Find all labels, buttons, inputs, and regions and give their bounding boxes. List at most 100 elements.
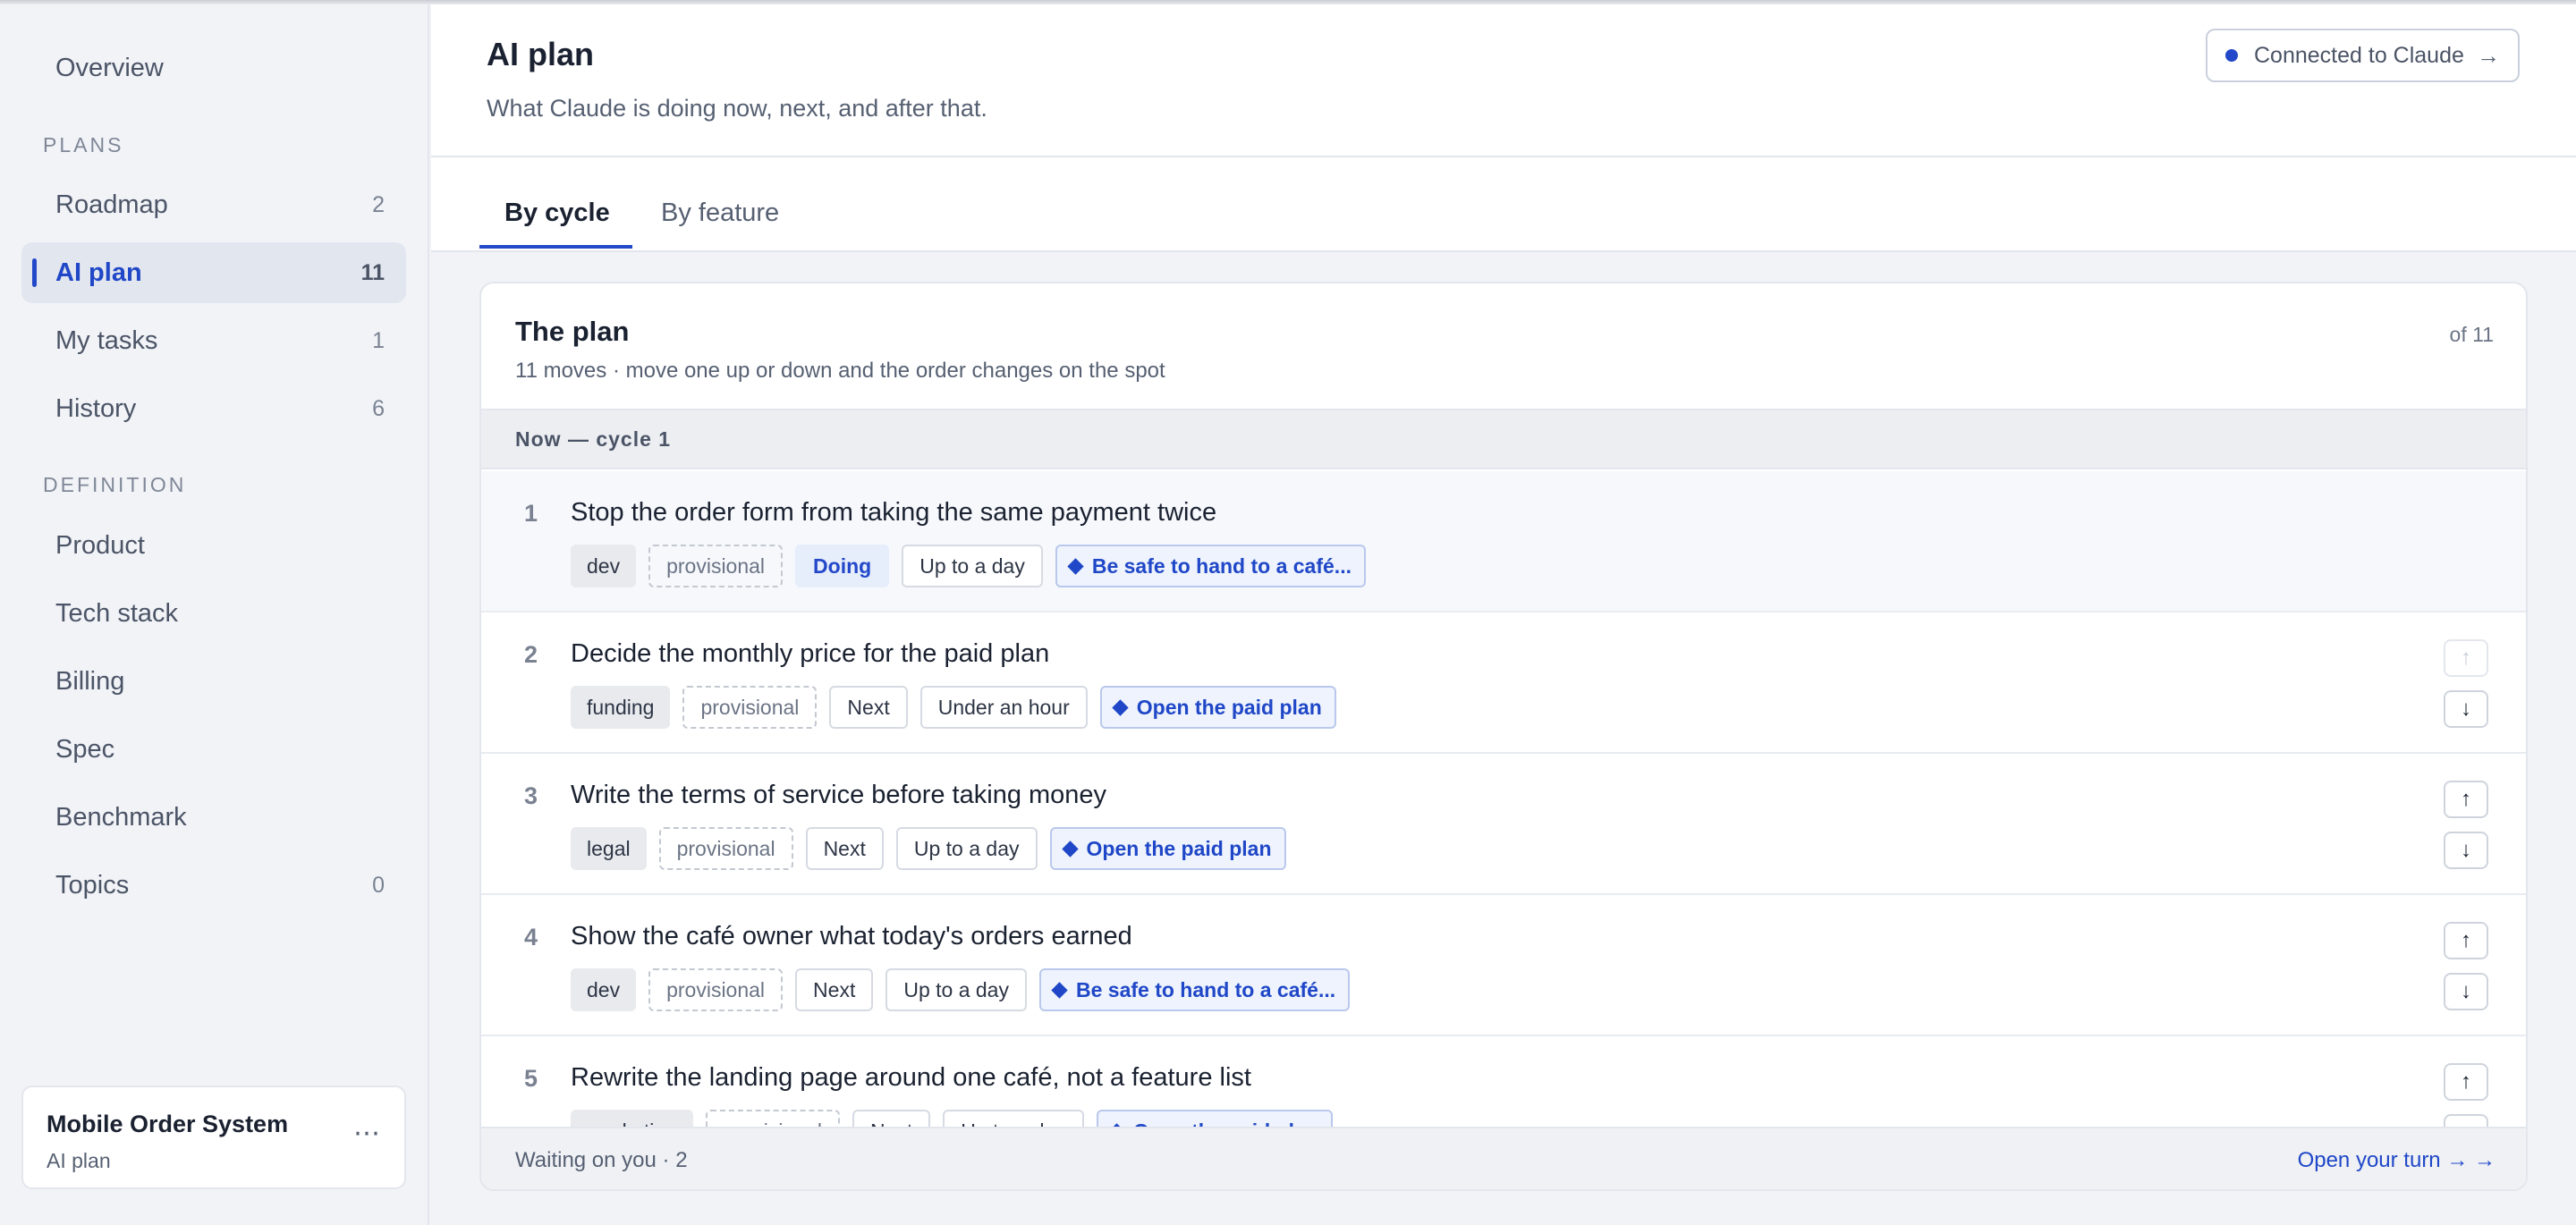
row-chips: dev provisional Next Up to a day Be safe… xyxy=(571,968,1351,1011)
status-dot-icon xyxy=(2225,49,2238,62)
sidebar-item-label: My tasks xyxy=(55,325,158,355)
plan-row[interactable]: 4 Show the café owner what today's order… xyxy=(481,895,2526,1036)
sidebar-item-label: AI plan xyxy=(55,258,142,287)
row-title: Write the terms of service before taking… xyxy=(571,781,1107,809)
plan-count: of 11 xyxy=(2449,323,2494,346)
goal-label: Be safe to hand to a café... xyxy=(1075,977,1336,1001)
waiting-count: Waiting on you · 2 xyxy=(515,1148,688,1172)
row-title: Show the café owner what today's orders … xyxy=(571,922,1132,950)
page-subtitle: What Claude is doing now, next, and afte… xyxy=(487,95,987,122)
project-name: Mobile Order System xyxy=(47,1111,289,1137)
sidebar-item-label: Product xyxy=(55,530,145,560)
diamond-icon xyxy=(1112,698,1129,716)
project-switcher[interactable]: Mobile Order System AI plan ⋯ xyxy=(21,1086,406,1189)
active-tab-indicator xyxy=(479,245,632,249)
sidebar-item-label: Billing xyxy=(55,666,125,696)
cycle-header: Now — cycle 1 xyxy=(481,409,2526,469)
area-tag: funding xyxy=(571,686,671,729)
page-title: AI plan xyxy=(487,36,595,72)
move-up-button[interactable]: ↑ xyxy=(2444,1063,2488,1101)
sidebar-item-label: Topics xyxy=(55,870,130,900)
plan-footer: Waiting on you · 2 Open your turn → → xyxy=(481,1127,2526,1189)
sidebar-item-tech-stack[interactable]: Tech stack xyxy=(21,583,406,644)
row-number: 5 xyxy=(524,1065,538,1092)
plan-title: The plan xyxy=(515,316,630,347)
sidebar-item-count: 1 xyxy=(372,327,385,353)
move-up-button[interactable]: ↑ xyxy=(2444,781,2488,818)
connected-to-claude-button[interactable]: Connected to Claude → xyxy=(2206,29,2520,82)
status-badge: Next xyxy=(805,827,884,870)
move-down-button[interactable]: ↓ xyxy=(2444,973,2488,1010)
diamond-icon xyxy=(1051,981,1068,999)
sidebar-item-label: Overview xyxy=(55,53,164,82)
sidebar: Overview PLANS Roadmap 2 AI plan 11 My t… xyxy=(0,0,429,1225)
goal-label: Be safe to hand to a café... xyxy=(1091,553,1352,578)
row-number: 1 xyxy=(524,500,538,527)
row-title: Decide the monthly price for the paid pl… xyxy=(571,639,1050,668)
more-options-icon[interactable]: ⋯ xyxy=(353,1118,381,1149)
sidebar-item-label: Benchmark xyxy=(55,802,187,832)
arrow-right-icon: → xyxy=(2477,41,2500,69)
open-your-turn-link[interactable]: Open your turn → → xyxy=(2298,1148,2496,1173)
view-tabs: By cycle By feature xyxy=(431,157,2576,252)
move-up-button[interactable]: ↑ xyxy=(2444,922,2488,959)
provisional-badge: provisional xyxy=(648,968,784,1011)
provisional-badge: provisional xyxy=(682,686,818,729)
goal-link[interactable]: Be safe to hand to a café... xyxy=(1038,968,1351,1011)
sidebar-item-label: Spec xyxy=(55,734,115,764)
area-tag: legal xyxy=(571,827,647,870)
sidebar-item-billing[interactable]: Billing xyxy=(21,651,406,712)
section-label-definition: DEFINITION xyxy=(43,473,187,496)
plan-row[interactable]: 2 Decide the monthly price for the paid … xyxy=(481,612,2526,754)
sidebar-item-spec[interactable]: Spec xyxy=(21,719,406,780)
status-badge: Next xyxy=(795,968,874,1011)
sidebar-item-overview[interactable]: Overview xyxy=(21,38,406,98)
row-chips: dev provisional Doing Up to a day Be saf… xyxy=(571,545,1366,587)
sidebar-item-count: 11 xyxy=(360,259,385,285)
area-tag: dev xyxy=(571,545,637,587)
tab-by-cycle[interactable]: By cycle xyxy=(504,199,610,228)
window-top-edge xyxy=(0,0,2576,4)
move-down-button[interactable]: ↓ xyxy=(2444,832,2488,869)
goal-link[interactable]: Open the paid plan xyxy=(1099,686,1336,729)
goal-link[interactable]: Open the paid plan xyxy=(1049,827,1286,870)
status-badge: Doing xyxy=(795,545,890,587)
sidebar-item-count: 2 xyxy=(372,191,385,217)
tab-by-feature[interactable]: By feature xyxy=(661,199,779,228)
goal-link[interactable]: Be safe to hand to a café... xyxy=(1055,545,1366,587)
area-tag: dev xyxy=(571,968,637,1011)
plan-row[interactable]: 3 Write the terms of service before taki… xyxy=(481,754,2526,895)
row-number: 2 xyxy=(524,641,538,668)
sidebar-item-count: 6 xyxy=(372,395,385,421)
row-chips: funding provisional Next Under an hour O… xyxy=(571,686,1336,729)
sidebar-item-roadmap[interactable]: Roadmap 2 xyxy=(21,174,406,235)
sidebar-item-count: 0 xyxy=(372,872,385,898)
sidebar-item-ai-plan[interactable]: AI plan 11 xyxy=(21,242,406,303)
estimate-badge: Up to a day xyxy=(886,968,1027,1011)
provisional-badge: provisional xyxy=(658,827,793,870)
diamond-icon xyxy=(1067,557,1084,575)
sidebar-item-topics[interactable]: Topics 0 xyxy=(21,855,406,916)
row-number: 3 xyxy=(524,782,538,809)
plan-row[interactable]: 1 Stop the order form from taking the sa… xyxy=(481,471,2526,612)
cycle-label: Now — cycle 1 xyxy=(515,427,672,451)
sidebar-item-benchmark[interactable]: Benchmark xyxy=(21,787,406,848)
main-content: AI plan What Claude is doing now, next, … xyxy=(431,0,2576,1225)
status-badge: Next xyxy=(829,686,908,729)
sidebar-item-my-tasks[interactable]: My tasks 1 xyxy=(21,310,406,371)
sidebar-item-product[interactable]: Product xyxy=(21,515,406,576)
sidebar-item-history[interactable]: History 6 xyxy=(21,378,406,439)
row-chips: legal provisional Next Up to a day Open … xyxy=(571,827,1286,870)
diamond-icon xyxy=(1061,840,1079,858)
row-title: Stop the order form from taking the same… xyxy=(571,498,1217,527)
row-title: Rewrite the landing page around one café… xyxy=(571,1063,1251,1092)
goal-label: Open the paid plan xyxy=(1086,836,1272,860)
move-down-button[interactable]: ↓ xyxy=(2444,690,2488,728)
estimate-badge: Under an hour xyxy=(919,686,1088,729)
sidebar-item-label: Tech stack xyxy=(55,598,178,628)
plan-subtitle: 11 moves · move one up or down and the o… xyxy=(515,359,1165,383)
move-up-button[interactable]: ↑ xyxy=(2444,639,2488,677)
sidebar-item-label: History xyxy=(55,393,137,423)
provisional-badge: provisional xyxy=(648,545,784,587)
page-header: AI plan What Claude is doing now, next, … xyxy=(431,0,2576,157)
